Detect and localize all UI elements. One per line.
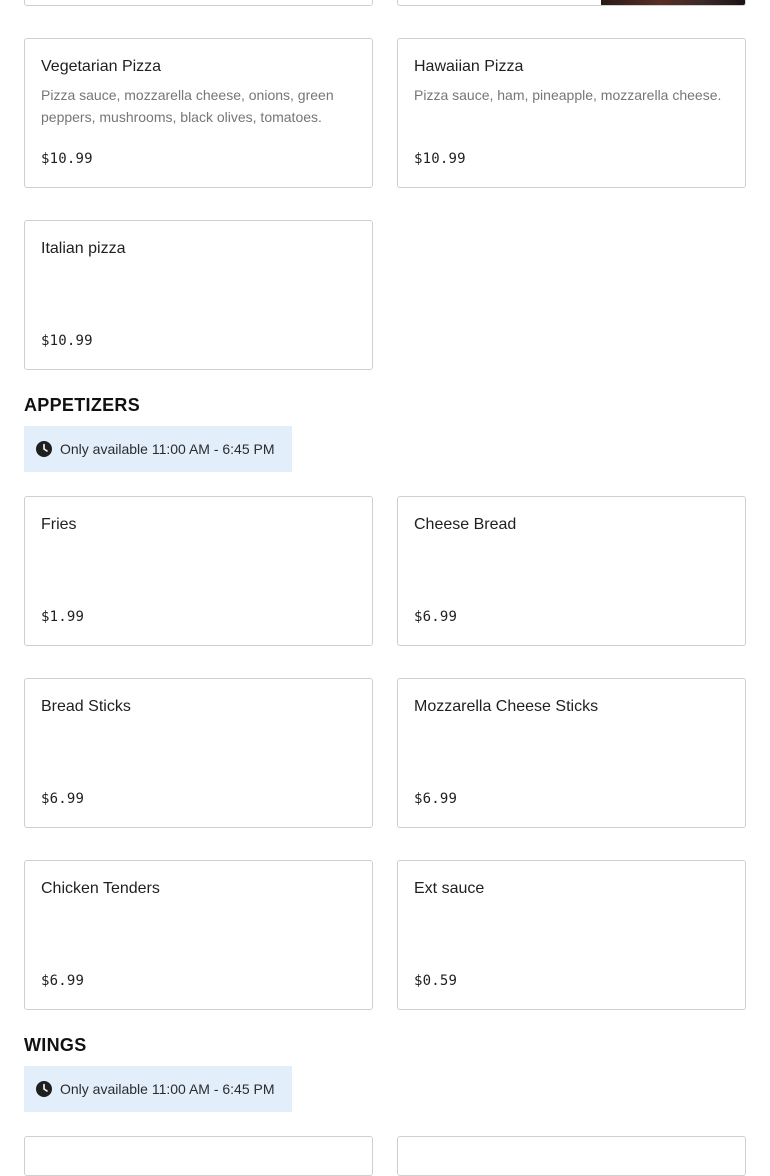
menu-item-name: Chicken Tenders (41, 880, 160, 897)
menu-item-card[interactable]: Hawaiian Pizza Pizza sauce, ham, pineapp… (397, 38, 746, 188)
menu-item-name: Italian pizza (41, 240, 126, 257)
menu-item-name: Vegetarian Pizza (41, 58, 162, 75)
menu-item-card-partial[interactable] (24, 1136, 373, 1176)
clock-icon (36, 441, 52, 457)
menu-item-price: $10.99 (41, 333, 93, 349)
menu-item-name: Bread Sticks (41, 698, 131, 715)
menu-item-price: $6.99 (41, 791, 85, 807)
availability-banner: Only available 11:00 AM - 6:45 PM (24, 426, 292, 472)
menu-item-name: Mozzarella Cheese Sticks (414, 698, 599, 715)
menu-item-card[interactable]: Mozzarella Cheese Sticks $6.99 (397, 678, 746, 828)
menu-item-card[interactable]: Ext sauce $0.59 (397, 860, 746, 1010)
availability-banner: Only available 11:00 AM - 6:45 PM (24, 1066, 292, 1112)
menu-item-name: Ext sauce (414, 880, 485, 897)
menu-item-price: $1.99 (41, 609, 85, 625)
menu-item-card[interactable]: Bread Sticks $6.99 (24, 678, 373, 828)
section-title-wings: WINGS (24, 1035, 87, 1055)
availability-text: Only available 11:00 AM - 6:45 PM (60, 441, 275, 457)
menu-item-card-partial[interactable] (397, 1136, 746, 1176)
clock-icon (36, 1081, 52, 1097)
menu-item-card-partial-left[interactable] (24, 0, 373, 6)
menu-item-description: Pizza sauce, mozzarella cheese, onions, … (41, 87, 334, 125)
menu-item-description: Pizza sauce, ham, pineapple, mozzarella … (414, 87, 722, 103)
menu-item-image (601, 0, 745, 5)
menu-item-price: $6.99 (414, 609, 458, 625)
menu-item-card-partial-right[interactable] (397, 0, 746, 6)
menu-item-card[interactable]: Italian pizza $10.99 (24, 220, 373, 370)
menu-item-price: $6.99 (41, 973, 85, 989)
menu-item-price: $0.59 (414, 973, 458, 989)
menu-item-card[interactable]: Cheese Bread $6.99 (397, 496, 746, 646)
section-title-appetizers: APPETIZERS (24, 395, 141, 415)
menu-item-name: Fries (41, 516, 77, 533)
menu-item-price: $6.99 (414, 791, 458, 807)
availability-text: Only available 11:00 AM - 6:45 PM (60, 1081, 275, 1097)
menu-item-name: Hawaiian Pizza (414, 58, 524, 75)
menu-item-price: $10.99 (41, 151, 93, 167)
menu-item-card[interactable]: Fries $1.99 (24, 496, 373, 646)
menu-item-name: Cheese Bread (414, 516, 517, 533)
menu-item-card[interactable]: Vegetarian Pizza Pizza sauce, mozzarella… (24, 38, 373, 188)
menu-item-card[interactable]: Chicken Tenders $6.99 (24, 860, 373, 1010)
menu-item-price: $10.99 (414, 151, 466, 167)
